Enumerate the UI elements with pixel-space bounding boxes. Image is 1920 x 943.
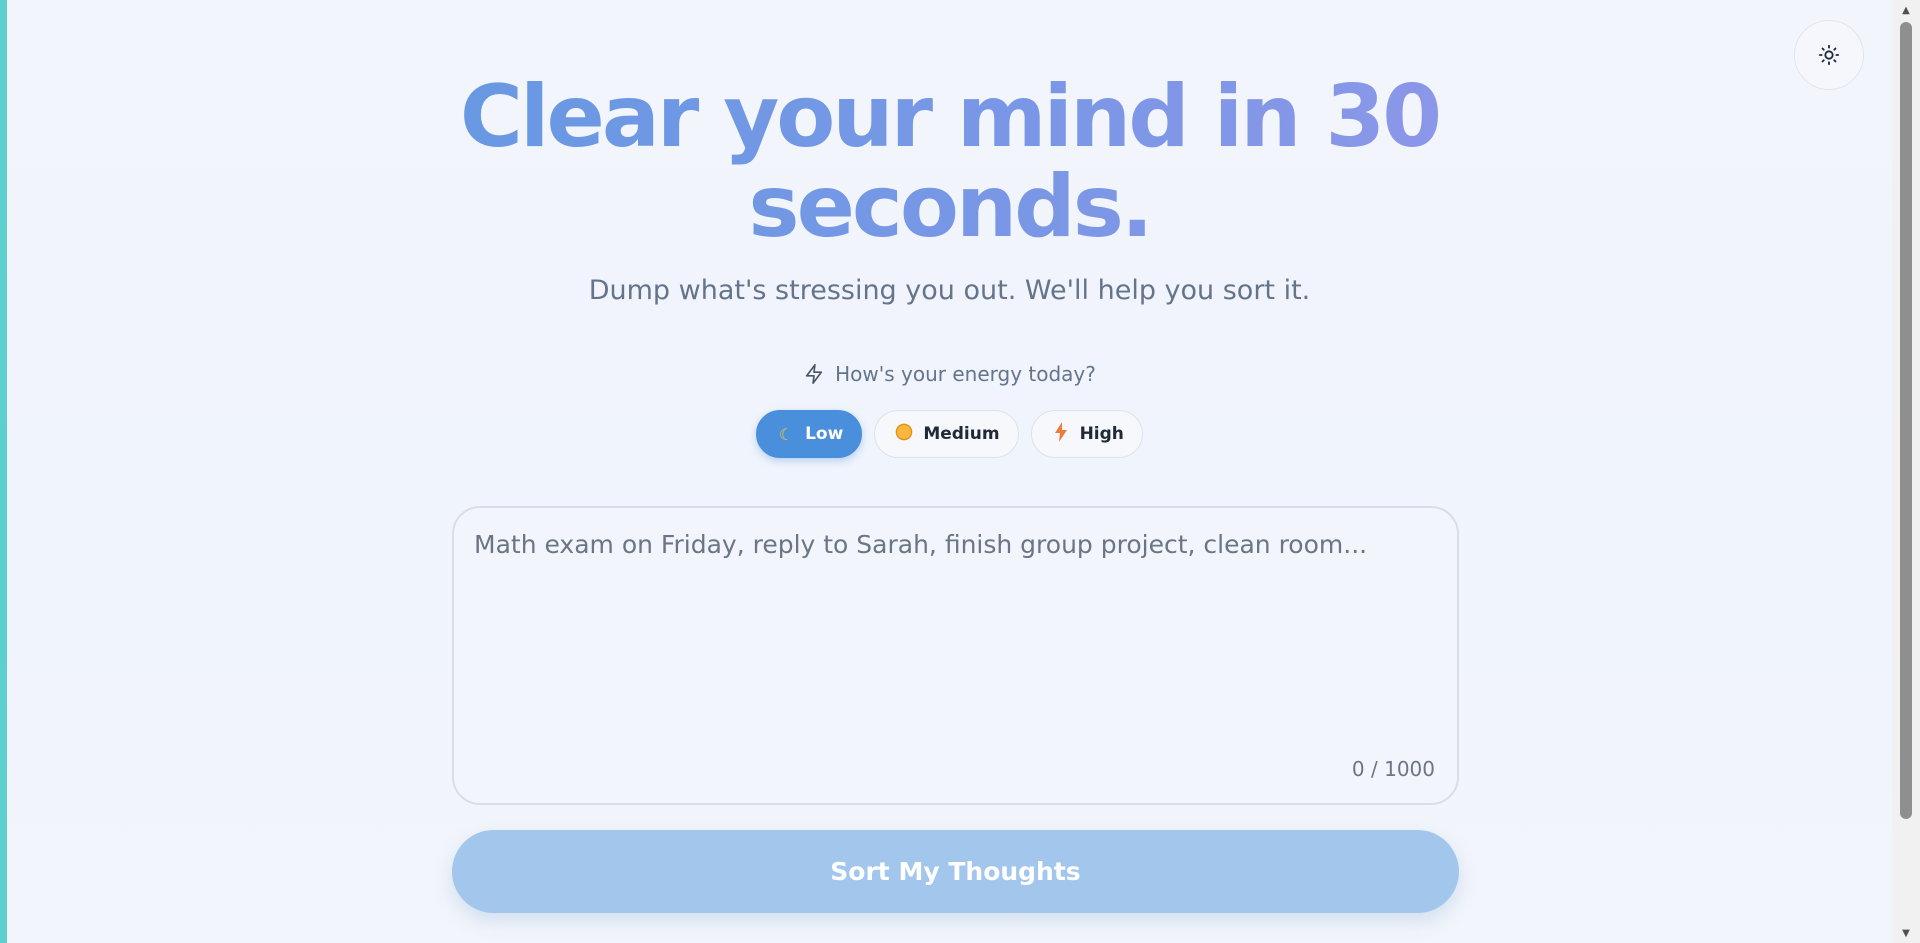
energy-low-label: Low (805, 424, 844, 444)
energy-medium-label: Medium (923, 424, 1000, 444)
lightning-icon (805, 364, 823, 384)
page: Clear your mind in 30 seconds. Dump what… (7, 0, 1892, 943)
page-title: Clear your mind in 30 seconds. (7, 72, 1892, 252)
sort-thoughts-button[interactable]: Sort My Thoughts (452, 830, 1459, 913)
page-subtitle: Dump what's stressing you out. We'll hel… (588, 275, 1311, 306)
energy-question: How's your energy today? (7, 362, 1892, 386)
title-line-1: Clear your mind in 30 (459, 67, 1440, 167)
thoughts-input-container: 0 / 1000 (452, 506, 1459, 805)
title-line-2: seconds. (748, 157, 1151, 257)
sun-icon (1818, 44, 1840, 66)
scroll-down-arrow-icon[interactable]: ▼ (1892, 925, 1920, 941)
energy-high-button[interactable]: High (1030, 410, 1143, 458)
energy-selector: ☾ Low Medium High (7, 410, 1892, 458)
energy-question-label: How's your energy today? (835, 362, 1096, 386)
vertical-scrollbar[interactable]: ▲ ▼ (1892, 0, 1920, 943)
moon-icon: ☾ (778, 424, 794, 444)
char-counter: 0 / 1000 (1351, 757, 1435, 781)
energy-medium-button[interactable]: Medium (874, 410, 1019, 458)
scrollbar-thumb[interactable] (1900, 22, 1912, 819)
lightning-bolt-icon (1052, 422, 1070, 446)
sun-emoji-icon (895, 423, 913, 445)
thoughts-input[interactable] (472, 528, 1436, 732)
scroll-up-arrow-icon[interactable]: ▲ (1892, 2, 1920, 18)
energy-low-button[interactable]: ☾ Low (756, 410, 863, 458)
energy-high-label: High (1079, 424, 1124, 444)
